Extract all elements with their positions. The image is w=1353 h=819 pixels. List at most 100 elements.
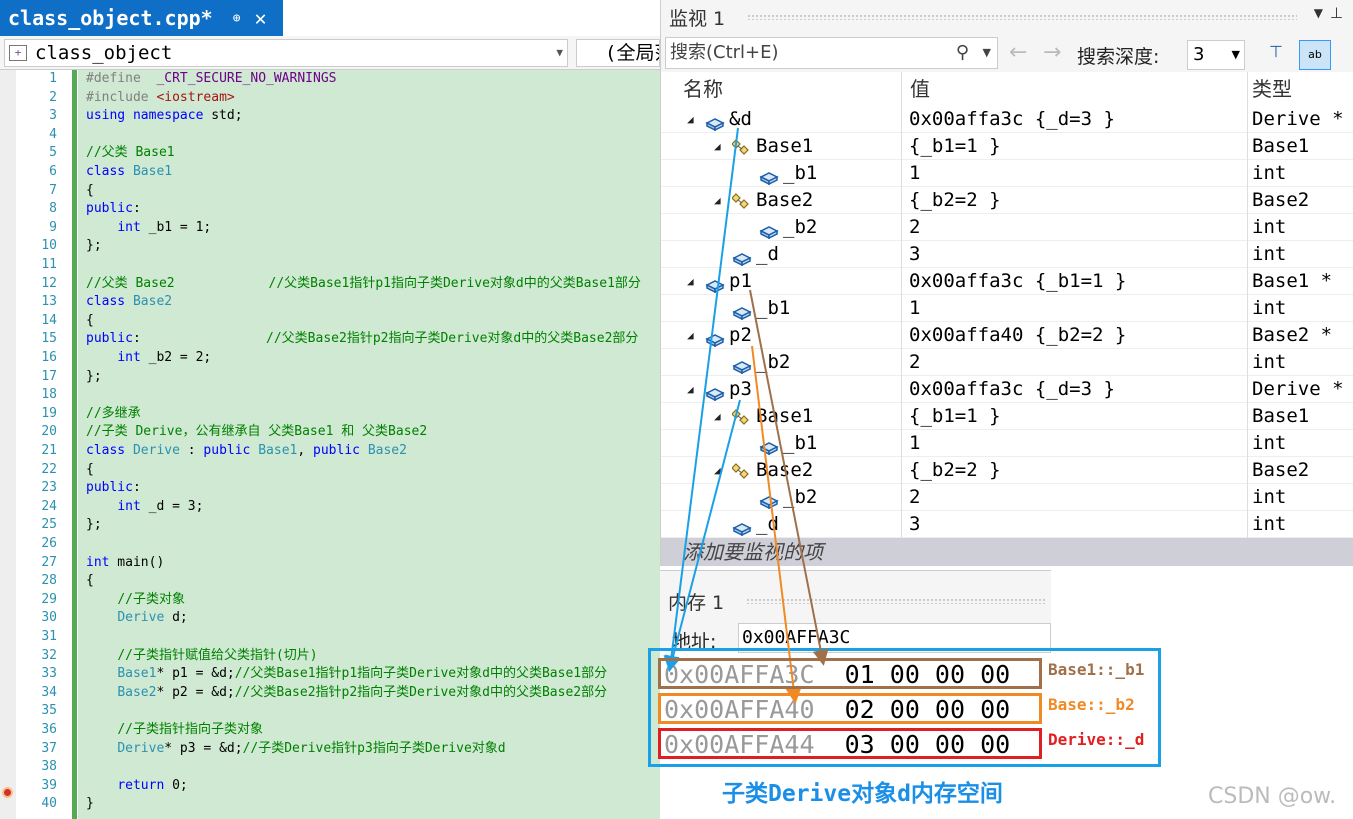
code-line[interactable]: int _b1 = 1; xyxy=(86,219,211,238)
chevron-down-icon[interactable]: ▼ xyxy=(983,38,991,68)
code-line[interactable]: //子类指针赋值给父类指针(切片) xyxy=(86,647,317,666)
watch-value[interactable]: 3 xyxy=(909,241,920,268)
watch-row[interactable]: _b1 1 int xyxy=(661,160,1353,187)
watch-value[interactable]: 2 xyxy=(909,214,920,241)
watch-value[interactable]: {_b1=1 } xyxy=(909,133,1001,160)
code-line[interactable]: }; xyxy=(86,368,102,387)
watch-row[interactable]: ◢ Base2 {_b2=2 } Base2 xyxy=(661,457,1353,484)
expand-icon[interactable]: ◢ xyxy=(714,403,721,430)
watch-value[interactable]: 0x00affa40 {_b2=2 } xyxy=(909,322,1126,349)
expand-icon[interactable]: ◢ xyxy=(714,187,721,214)
code-line[interactable]: //子类 Derive，公有继承自 父类Base1 和 父类Base2 xyxy=(86,423,427,442)
code-editor[interactable]: 1 #define _CRT_SECURE_NO_WARNINGS 2 #includ… xyxy=(0,70,660,819)
watch-row[interactable]: ◢ Base1 {_b1=1 } Base1 xyxy=(661,403,1353,430)
column-header-type[interactable]: 类型 xyxy=(1248,72,1353,106)
watch-value[interactable]: 1 xyxy=(909,160,920,187)
expand-icon[interactable]: ◢ xyxy=(714,133,721,160)
pin-icon[interactable]: ⊥ xyxy=(1330,4,1343,22)
variable-icon xyxy=(732,301,752,321)
forward-arrow-icon[interactable]: → xyxy=(1043,40,1061,65)
watch-value[interactable]: {_b2=2 } xyxy=(909,187,1001,214)
code-line[interactable]: //多继承 xyxy=(86,405,141,424)
code-line[interactable]: }; xyxy=(86,516,102,535)
code-line[interactable]: { xyxy=(86,572,94,591)
watch-row[interactable]: ◢ &d 0x00affa3c {_d=3 } Derive * xyxy=(661,106,1353,133)
column-divider xyxy=(1247,295,1248,322)
project-scope-dropdown[interactable]: + class_object ▼ xyxy=(4,39,568,67)
watch-row[interactable]: ◢ p1 0x00affa3c {_b1=1 } Base1 * xyxy=(661,268,1353,295)
watch-value[interactable]: 0x00affa3c {_d=3 } xyxy=(909,106,1115,133)
pin-icon[interactable]: ⊕ xyxy=(233,11,241,26)
code-line[interactable]: { xyxy=(86,461,94,480)
expand-icon[interactable]: ◢ xyxy=(687,322,694,349)
code-line[interactable]: Derive d; xyxy=(86,609,187,628)
watch-row[interactable]: _b2 2 int xyxy=(661,484,1353,511)
add-watch-item[interactable]: 添加要监视的项 xyxy=(661,538,1353,566)
code-line[interactable]: int main() xyxy=(86,554,164,573)
watch-search-input[interactable]: 搜索(Ctrl+E) ⚲ ▼ xyxy=(665,37,998,69)
column-header-value[interactable]: 值 xyxy=(902,72,1248,106)
breakpoint-icon[interactable] xyxy=(2,787,13,798)
code-line[interactable]: }; xyxy=(86,237,102,256)
code-line[interactable]: Base2* p2 = &d;//父类Base2指针p2指向子类Derive对象… xyxy=(86,684,607,703)
code-line[interactable]: { xyxy=(86,312,94,331)
expand-icon[interactable]: ◢ xyxy=(687,268,694,295)
watch-row[interactable]: _b1 1 int xyxy=(661,295,1353,322)
back-arrow-icon[interactable]: ← xyxy=(1009,40,1027,65)
code-line[interactable]: class Derive : public Base1, public Base… xyxy=(86,442,407,461)
watch-value[interactable]: 0x00affa3c {_d=3 } xyxy=(909,376,1115,403)
pin-source-icon[interactable]: ⊤ xyxy=(1269,42,1283,61)
watch-row[interactable]: ◢ Base1 {_b1=1 } Base1 xyxy=(661,133,1353,160)
code-line[interactable]: Base1* p1 = &d;//父类Base1指针p1指向子类Derive对象… xyxy=(86,665,607,684)
line-number: 40 xyxy=(41,796,57,812)
code-line[interactable]: class Base1 xyxy=(86,163,172,182)
watch-row[interactable]: _b1 1 int xyxy=(661,430,1353,457)
code-line[interactable]: //子类指针指向子类对象 xyxy=(86,721,263,740)
watch-value[interactable]: 2 xyxy=(909,349,920,376)
member-scope-label: (全局范围) xyxy=(605,42,659,64)
memory-caption: 子类Derive对象d内存空间 xyxy=(722,781,1003,807)
watch-value[interactable]: 0x00affa3c {_b1=1 } xyxy=(909,268,1126,295)
editor-tab[interactable]: class_object.cpp* ⊕ ✕ xyxy=(0,0,283,36)
code-line[interactable]: int _b2 = 2; xyxy=(86,349,211,368)
code-line[interactable]: //父类 Base1 xyxy=(86,144,175,163)
watch-row[interactable]: ◢ p3 0x00affa3c {_d=3 } Derive * xyxy=(661,376,1353,403)
code-line[interactable]: using namespace std; xyxy=(86,107,243,126)
code-line[interactable]: public: xyxy=(86,479,141,498)
close-icon[interactable]: ✕ xyxy=(255,6,267,30)
watch-row[interactable]: ◢ p2 0x00affa40 {_b2=2 } Base2 * xyxy=(661,322,1353,349)
watch-value[interactable]: 2 xyxy=(909,484,920,511)
code-line[interactable]: public: xyxy=(86,200,141,219)
watch-value[interactable]: 3 xyxy=(909,511,920,538)
search-depth-dropdown[interactable]: 3 ▼ xyxy=(1187,40,1245,70)
watch-row[interactable]: _d 3 int xyxy=(661,241,1353,268)
watch-value[interactable]: 1 xyxy=(909,295,920,322)
code-line[interactable]: #define _CRT_SECURE_NO_WARNINGS xyxy=(86,70,336,89)
watch-row[interactable]: _b2 2 int xyxy=(661,214,1353,241)
search-icon[interactable]: ⚲ xyxy=(956,38,969,68)
watch-row[interactable]: ◢ Base2 {_b2=2 } Base2 xyxy=(661,187,1353,214)
breakpoint-gutter[interactable] xyxy=(0,70,16,819)
window-menu-icon[interactable]: ▼ xyxy=(1314,6,1323,20)
member-scope-dropdown[interactable]: (全局范围) xyxy=(576,39,660,67)
watch-row[interactable]: _b2 2 int xyxy=(661,349,1353,376)
watch-row[interactable]: _d 3 int xyxy=(661,511,1353,538)
code-line[interactable]: //父类 Base2 //父类Base1指针p1指向子类Derive对象d中的父… xyxy=(86,275,641,294)
code-line[interactable]: { xyxy=(86,182,94,201)
code-line[interactable]: #include <iostream> xyxy=(86,89,235,108)
code-line[interactable]: class Base2 xyxy=(86,293,172,312)
expand-icon[interactable]: ◢ xyxy=(714,457,721,484)
code-line[interactable]: return 0; xyxy=(86,777,187,796)
view-as-hex-icon[interactable]: ab xyxy=(1299,40,1331,70)
watch-value[interactable]: {_b2=2 } xyxy=(909,457,1001,484)
watch-value[interactable]: 1 xyxy=(909,430,920,457)
column-header-name[interactable]: 名称 xyxy=(661,72,902,106)
code-line[interactable]: public: //父类Base2指针p2指向子类Derive对象d中的父类Ba… xyxy=(86,330,638,349)
expand-icon[interactable]: ◢ xyxy=(687,106,694,133)
code-line[interactable]: int _d = 3; xyxy=(86,498,203,517)
watch-value[interactable]: {_b1=1 } xyxy=(909,403,1001,430)
code-line[interactable]: Derive* p3 = &d;//子类Derive指针p3指向子类Derive… xyxy=(86,740,505,759)
code-line[interactable]: //子类对象 xyxy=(86,591,185,610)
code-line[interactable]: } xyxy=(86,795,94,814)
expand-icon[interactable]: ◢ xyxy=(687,376,694,403)
